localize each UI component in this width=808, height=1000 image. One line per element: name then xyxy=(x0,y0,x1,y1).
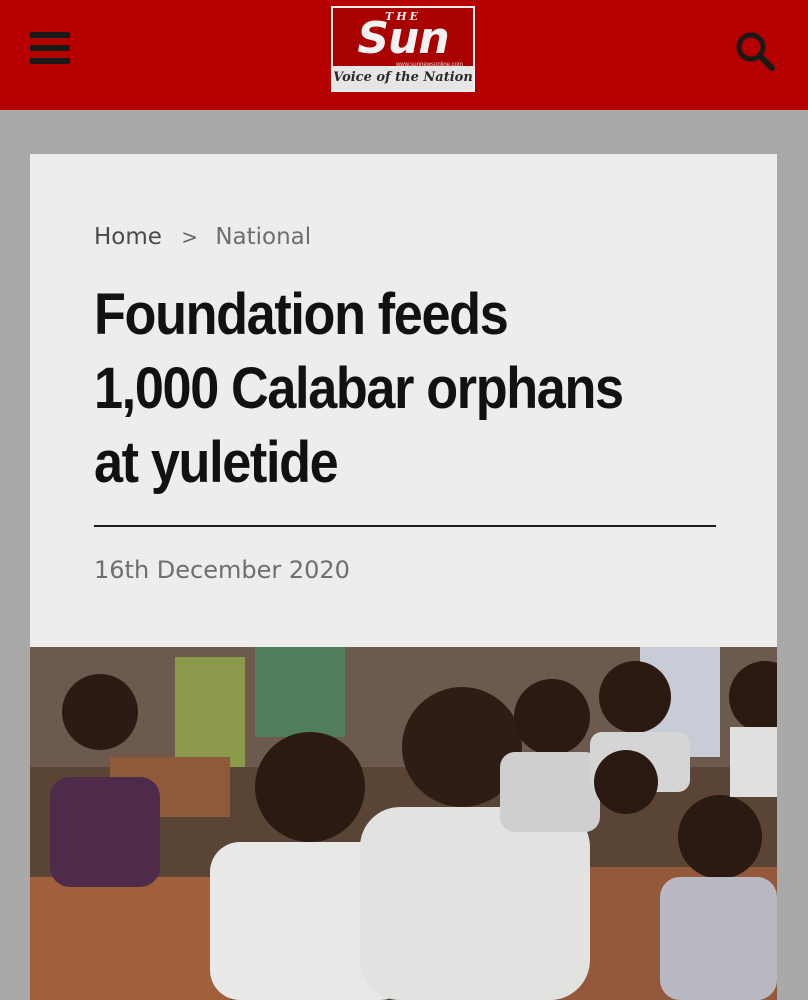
breadcrumb-home-link[interactable]: Home xyxy=(94,224,162,250)
article-card: Home > National Foundation feeds 1,000 C… xyxy=(30,154,777,1000)
search-icon[interactable] xyxy=(732,28,778,74)
breadcrumb-category-link[interactable]: National xyxy=(215,224,311,250)
article-headline: Foundation feeds 1,000 Calabar orphans a… xyxy=(94,282,624,495)
logo-wordmark: Sun xyxy=(357,13,449,64)
breadcrumb: Home > National xyxy=(94,224,311,250)
chevron-right-icon: > xyxy=(181,225,198,249)
article-featured-image[interactable] xyxy=(30,647,777,1000)
logo-tagline: Voice of the Nation xyxy=(333,66,473,90)
headline-divider xyxy=(94,525,716,527)
top-header-bar: THE Sun www.sunnewsonline.com Voice of t… xyxy=(0,0,808,110)
article-date: 16th December 2020 xyxy=(94,556,350,584)
hamburger-menu-icon[interactable] xyxy=(30,30,72,66)
site-logo[interactable]: THE Sun www.sunnewsonline.com Voice of t… xyxy=(331,6,475,92)
